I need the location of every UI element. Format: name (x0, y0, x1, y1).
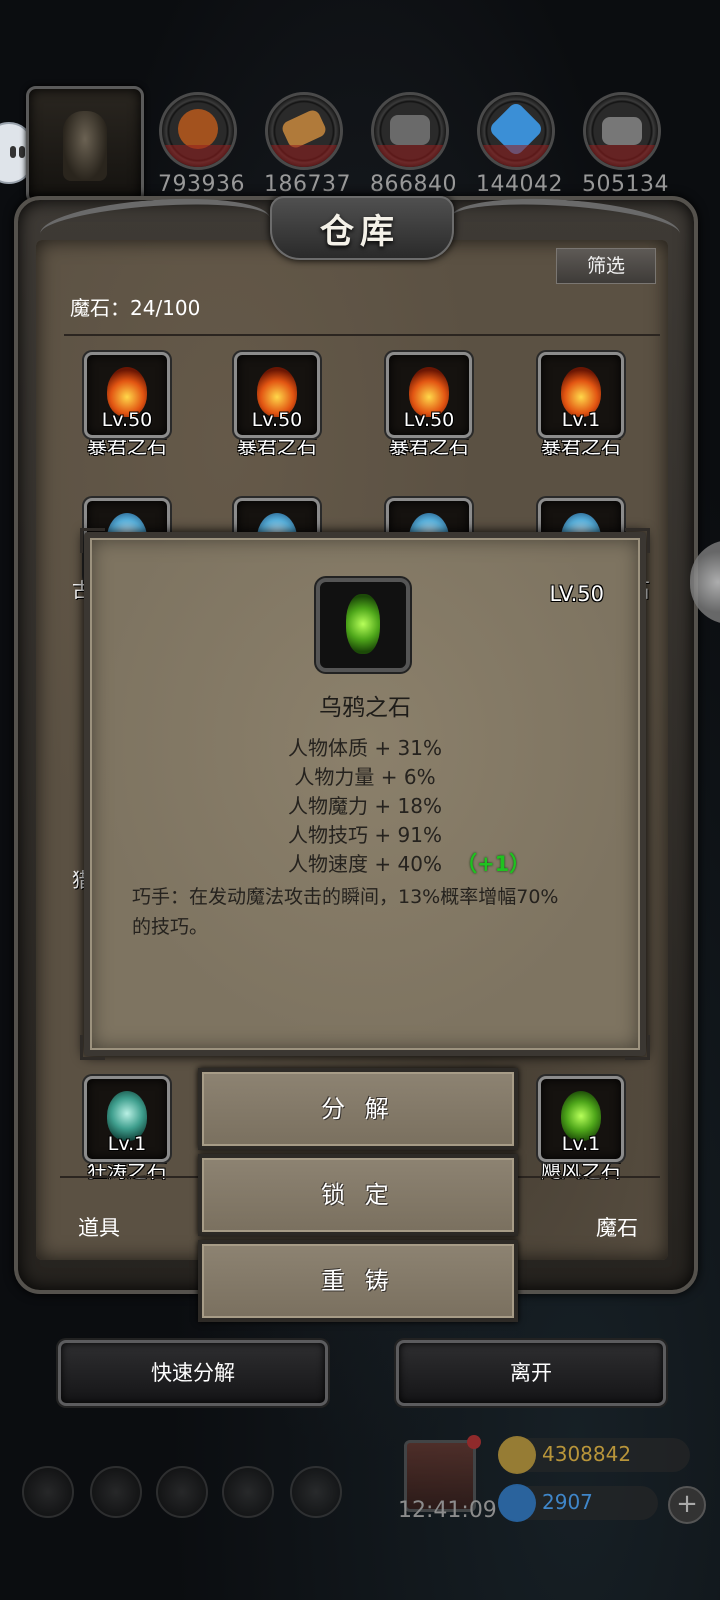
gate-icon[interactable] (156, 1466, 208, 1518)
stone-item[interactable]: Lv.50 暴君之石 (374, 352, 484, 459)
item-detail-tooltip: LV.50 乌鸦之石 人物体质 + 31% 人物力量 + 6% 人物魔力 + 1… (80, 528, 650, 1060)
stat-bonus: （+1） (456, 852, 531, 876)
item-level: Lv.1 (561, 409, 601, 431)
wood-icon (265, 92, 343, 170)
decompose-button[interactable]: 分 解 (198, 1068, 518, 1150)
filter-button[interactable]: 筛选 (556, 248, 656, 284)
stone-item[interactable]: Lv.1 暴君之石 (526, 352, 636, 459)
item-level: Lv.1 (107, 1133, 147, 1155)
stat-line: 人物速度 + 40% （+1） (90, 850, 640, 879)
tooltip-item-name: 乌鸦之石 (319, 695, 411, 721)
resource-crystal[interactable]: 144042 (476, 92, 562, 197)
stat-list: 人物体质 + 31% 人物力量 + 6% 人物魔力 + 18% 人物技巧 + 9… (90, 734, 640, 879)
stat-text: 人物速度 + 40% (288, 852, 442, 876)
shield-icon[interactable] (290, 1466, 342, 1518)
item-level: Lv.1 (561, 1133, 601, 1155)
player-avatar[interactable] (26, 86, 144, 204)
settings-icon[interactable] (22, 1466, 74, 1518)
panel-title: 仓库 (320, 212, 400, 252)
stat-text: 人物技巧 + 91% (288, 823, 442, 847)
divider (64, 334, 660, 336)
frame-corner (80, 528, 105, 553)
crow-stone-icon (346, 594, 380, 654)
resource-amount: 186737 (264, 172, 351, 197)
item-slot: Lv.1 (84, 1076, 170, 1162)
frame-corner (625, 528, 650, 553)
item-level: Lv.50 (101, 409, 153, 431)
reforge-button[interactable]: 重 铸 (198, 1240, 518, 1322)
resource-wood[interactable]: 186737 (264, 92, 350, 197)
gold-counter: 4308842 (498, 1436, 690, 1474)
stat-text: 人物体质 + 31% (288, 736, 442, 760)
clock-text: 12:41:09 (398, 1498, 497, 1523)
frame-corner (80, 1035, 105, 1060)
item-slot: Lv.50 (84, 352, 170, 438)
avatar-figure (63, 111, 107, 181)
gold-coin-icon (498, 1436, 536, 1474)
diamond-icon (498, 1484, 536, 1522)
stone-item[interactable]: Lv.50 暴君之石 (222, 352, 332, 459)
star-icon[interactable] (90, 1466, 142, 1518)
iron-icon (371, 92, 449, 170)
gold-amount: 4308842 (542, 1442, 632, 1466)
ingot-icon (583, 92, 661, 170)
resource-amount: 505134 (582, 172, 669, 197)
stat-line: 人物技巧 + 91% (90, 821, 640, 850)
skill-description: 巧手：在发动魔法攻击的瞬间，13%概率增幅70%的技巧。 (132, 886, 559, 938)
item-slot: Lv.50 (386, 352, 472, 438)
stone-item[interactable]: Lv.1 飓风之石 (526, 1076, 636, 1183)
stat-text: 人物力量 + 6% (294, 765, 436, 789)
category-tab-stones[interactable]: 魔石 (596, 1212, 638, 1242)
resource-iron[interactable]: 866840 (370, 92, 456, 197)
stat-line: 人物力量 + 6% (90, 763, 640, 792)
gem-counter: 2907 (498, 1484, 658, 1522)
resource-amount: 866840 (370, 172, 457, 197)
mail-icon[interactable] (222, 1466, 274, 1518)
stone-item[interactable]: Lv.50 暴君之石 (72, 352, 182, 459)
category-tab-items[interactable]: 道具 (78, 1212, 120, 1242)
resource-meat[interactable]: 793936 (158, 92, 244, 197)
resource-amount: 144042 (476, 172, 563, 197)
crystal-icon (477, 92, 555, 170)
lock-button[interactable]: 锁 定 (198, 1154, 518, 1236)
item-slot: Lv.1 (538, 352, 624, 438)
quick-decompose-button[interactable]: 快速分解 (58, 1340, 328, 1406)
stone-item[interactable]: Lv.1 狂涛之石 (72, 1076, 182, 1183)
gem-amount: 2907 (542, 1490, 593, 1514)
item-level: Lv.50 (251, 409, 303, 431)
meat-icon (159, 92, 237, 170)
leave-button[interactable]: 离开 (396, 1340, 666, 1406)
resource-amount: 793936 (158, 172, 245, 197)
stat-text: 人物魔力 + 18% (288, 794, 442, 818)
item-slot: Lv.1 (538, 1076, 624, 1162)
capacity-label: 魔石：24/100 (70, 296, 201, 320)
item-slot: Lv.50 (234, 352, 320, 438)
tooltip-level: LV.50 (549, 582, 604, 606)
item-level: Lv.50 (403, 409, 455, 431)
frame-corner (625, 1035, 650, 1060)
add-currency-icon[interactable]: + (668, 1486, 706, 1524)
stat-line: 人物体质 + 31% (90, 734, 640, 763)
tooltip-item-slot (316, 578, 410, 672)
stat-line: 人物魔力 + 18% (90, 792, 640, 821)
resource-ingot[interactable]: 505134 (582, 92, 668, 197)
